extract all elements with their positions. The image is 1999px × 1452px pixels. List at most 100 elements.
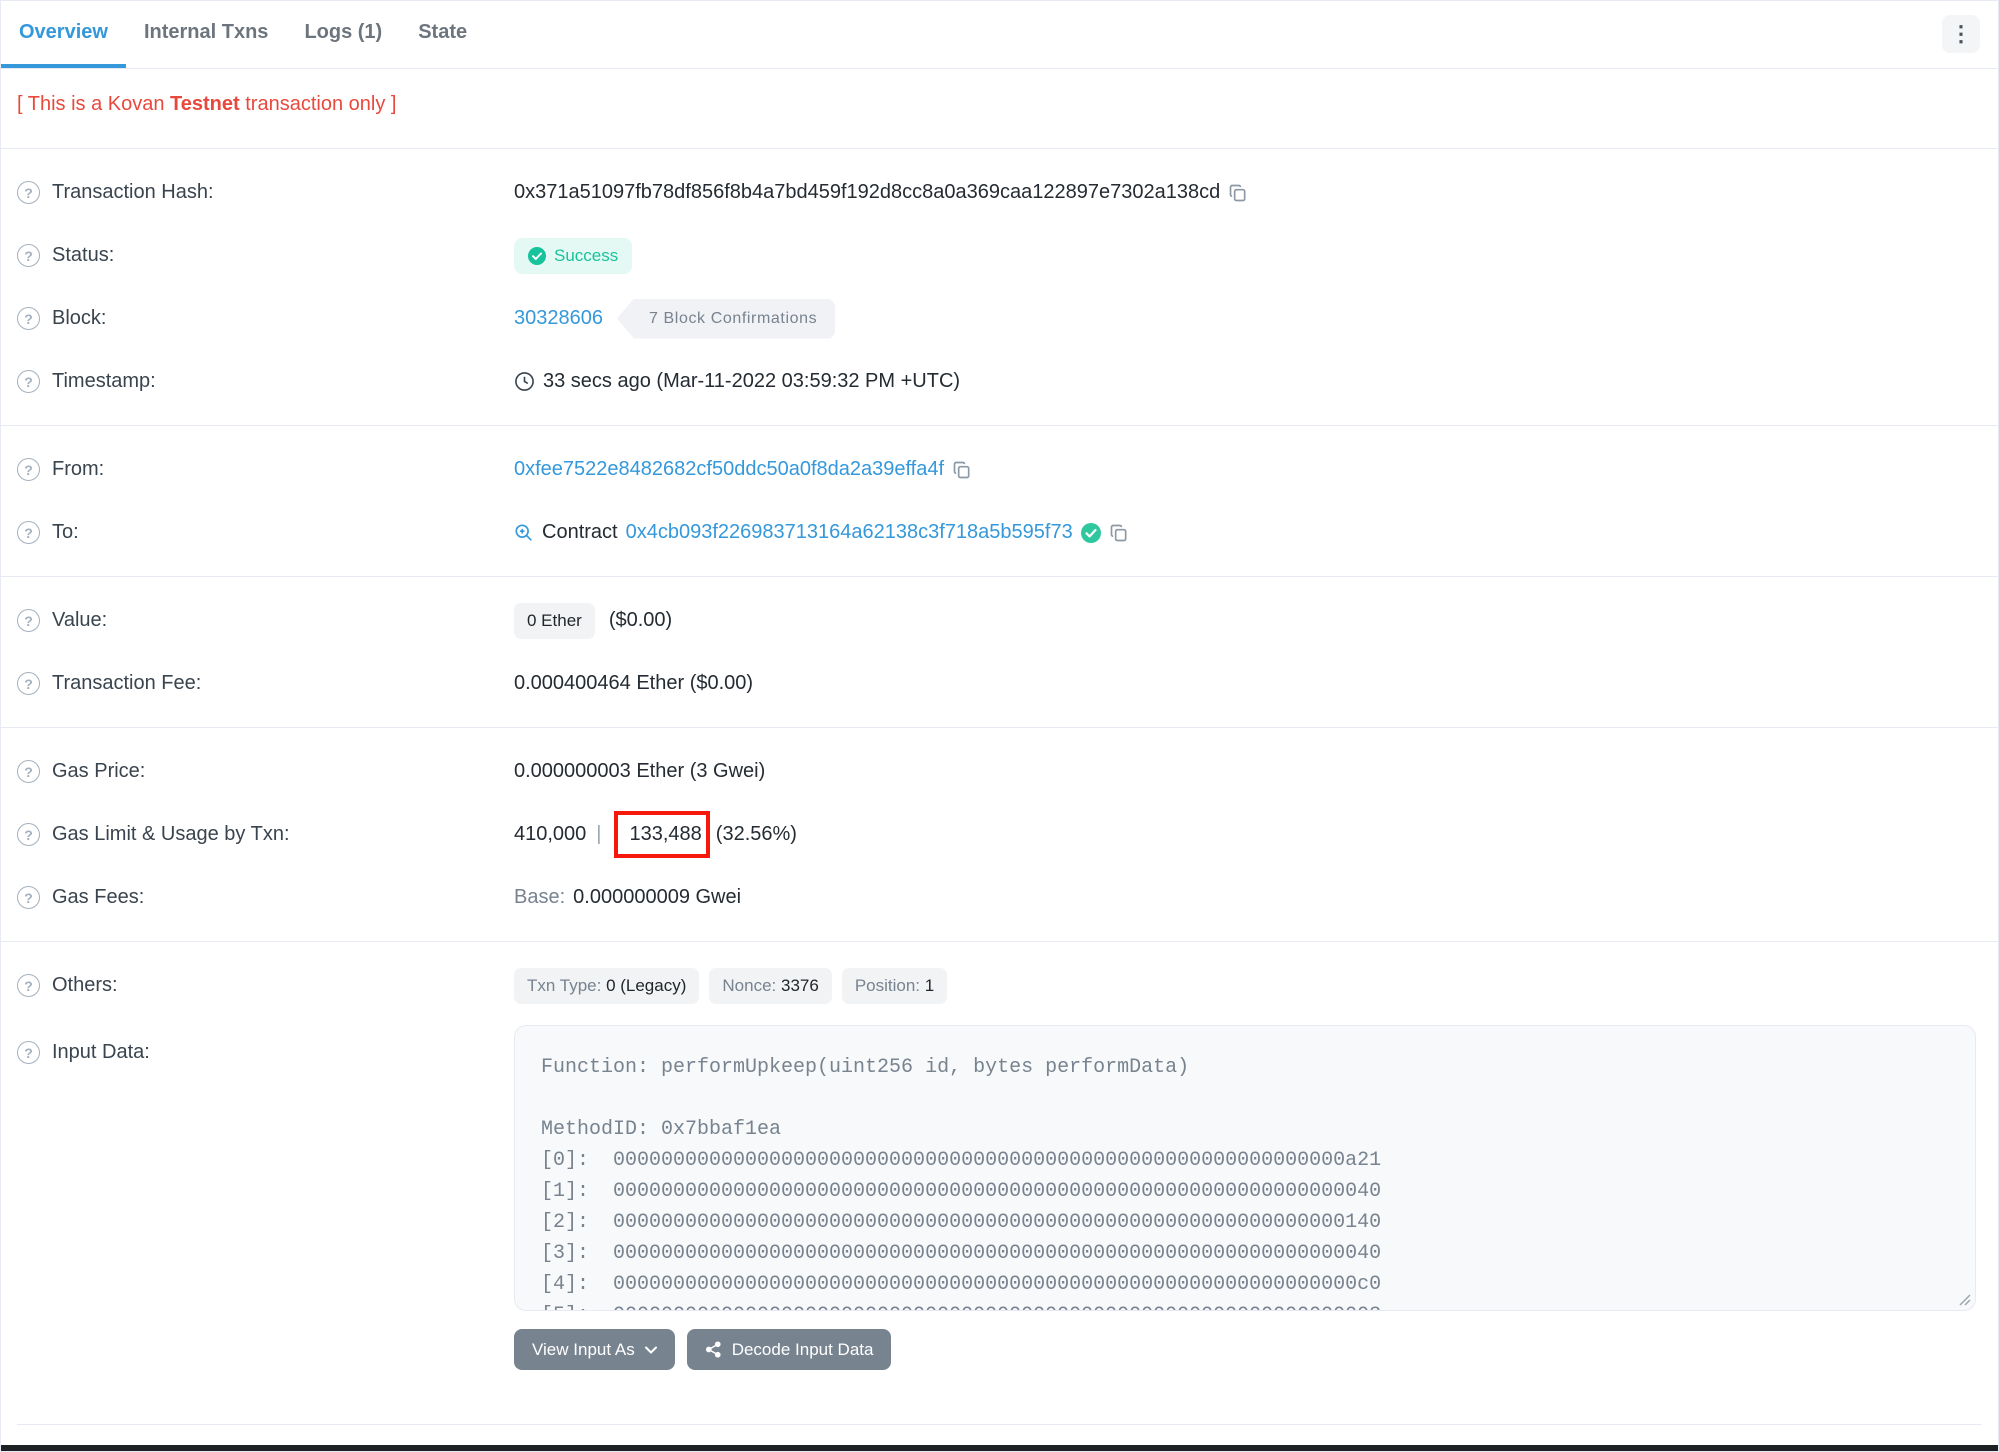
group-summary: ? Transaction Hash: 0x371a51097fb78df856… bbox=[1, 149, 1998, 425]
nonce-badge: Nonce: 3376 bbox=[709, 967, 832, 1004]
row-gas-price: ? Gas Price: 0.000000003 Ether (3 Gwei) bbox=[1, 740, 1998, 803]
testnet-notice: [ This is a Kovan Testnet transaction on… bbox=[1, 69, 1998, 148]
chevron-down-icon bbox=[644, 1346, 657, 1354]
block-confirmations-badge: 7 Block Confirmations bbox=[616, 298, 836, 339]
group-addresses: ? From: 0xfee7522e8482682cf50ddc50a0f8da… bbox=[1, 426, 1998, 576]
tx-hash-value: 0x371a51097fb78df856f8b4a7bd459f192d8cc8… bbox=[514, 181, 1221, 203]
timestamp-label: Timestamp: bbox=[52, 370, 156, 392]
row-from: ? From: 0xfee7522e8482682cf50ddc50a0f8da… bbox=[1, 438, 1998, 501]
row-gas-limit-usage: ? Gas Limit & Usage by Txn: 410,000 | 13… bbox=[1, 803, 1998, 866]
row-transaction-fee: ? Transaction Fee: 0.000400464 Ether ($0… bbox=[1, 652, 1998, 715]
position-badge: Position: 1 bbox=[841, 967, 948, 1004]
tab-overview[interactable]: Overview bbox=[1, 1, 126, 68]
bottom-edge-bar bbox=[1, 1445, 1998, 1451]
value-label: Value: bbox=[52, 609, 108, 631]
status-text: Success bbox=[554, 245, 619, 265]
help-icon[interactable]: ? bbox=[17, 307, 40, 330]
timestamp-value: 33 secs ago (Mar-11-2022 03:59:32 PM +UT… bbox=[543, 370, 961, 392]
help-icon[interactable]: ? bbox=[17, 1041, 40, 1064]
help-icon[interactable]: ? bbox=[17, 458, 40, 481]
help-icon[interactable]: ? bbox=[17, 370, 40, 393]
copy-icon[interactable] bbox=[1228, 183, 1248, 203]
to-contract-prefix: Contract bbox=[542, 521, 618, 543]
row-block: ? Block: 30328606 7 Block Confirmations bbox=[1, 287, 1998, 350]
input-hex-line: [4]: 00000000000000000000000000000000000… bbox=[541, 1273, 1382, 1296]
decode-icon bbox=[705, 1341, 721, 1358]
input-function-line: Function: performUpkeep(uint256 id, byte… bbox=[541, 1056, 1190, 1079]
notice-suffix: transaction only ] bbox=[239, 93, 397, 115]
position-value: 1 bbox=[924, 975, 935, 995]
usd-value: ($0.00) bbox=[608, 609, 673, 631]
copy-icon[interactable] bbox=[952, 460, 972, 480]
input-blank-line bbox=[541, 1083, 1949, 1114]
help-icon[interactable]: ? bbox=[17, 181, 40, 204]
help-icon[interactable]: ? bbox=[17, 609, 40, 632]
row-status: ? Status: Success bbox=[1, 224, 1998, 287]
tab-logs[interactable]: Logs (1) bbox=[286, 1, 400, 68]
resize-grip-icon[interactable] bbox=[1957, 1292, 1971, 1306]
status-badge: Success bbox=[514, 237, 633, 274]
nonce-label: Nonce: bbox=[722, 975, 781, 995]
more-options-button[interactable]: ⋮ bbox=[1942, 15, 1980, 53]
nonce-value: 3376 bbox=[780, 975, 819, 995]
view-input-as-button[interactable]: View Input As bbox=[514, 1329, 675, 1370]
gas-used-value: 133,488 bbox=[629, 823, 702, 845]
txn-type-label: Txn Type: bbox=[527, 975, 607, 995]
help-icon[interactable]: ? bbox=[17, 244, 40, 267]
tx-fee-value: 0.000400464 Ether ($0.00) bbox=[514, 672, 754, 694]
txn-type-value: 0 (Legacy) bbox=[606, 975, 687, 995]
notice-prefix: [ This is a Kovan bbox=[17, 93, 171, 115]
row-input-data: ? Input Data: Function: performUpkeep(ui… bbox=[1, 1025, 1998, 1370]
group-others-input: ? Others: Txn Type: 0 (Legacy) Nonce: 33… bbox=[1, 942, 1998, 1382]
input-data-buttons: View Input As Decode Input Data bbox=[514, 1329, 1976, 1370]
row-value: ? Value: 0 Ether ($0.00) bbox=[1, 589, 1998, 652]
row-gas-fees: ? Gas Fees: Base: 0.000000009 Gwei bbox=[1, 866, 1998, 929]
row-to: ? To: Contract 0x4cb093f226983713164a621… bbox=[1, 501, 1998, 564]
to-label: To: bbox=[52, 521, 79, 543]
decode-input-data-button[interactable]: Decode Input Data bbox=[686, 1329, 892, 1370]
notice-bold: Testnet bbox=[170, 93, 240, 115]
gas-limit-value: 410,000 bbox=[514, 823, 587, 845]
base-fee-value: 0.000000009 Gwei bbox=[573, 886, 742, 908]
row-timestamp: ? Timestamp: 33 secs ago (Mar-11-2022 03… bbox=[1, 350, 1998, 413]
gas-fees-label: Gas Fees: bbox=[52, 886, 145, 908]
tx-hash-label: Transaction Hash: bbox=[52, 181, 214, 203]
gas-used-percent: (32.56%) bbox=[715, 823, 797, 845]
ether-value-badge: 0 Ether bbox=[514, 602, 595, 639]
group-value: ? Value: 0 Ether ($0.00) ? Transaction F… bbox=[1, 577, 1998, 727]
help-icon[interactable]: ? bbox=[17, 823, 40, 846]
from-label: From: bbox=[52, 458, 105, 480]
tab-state[interactable]: State bbox=[400, 1, 485, 68]
divider bbox=[17, 1424, 1982, 1425]
clock-icon bbox=[515, 372, 534, 391]
gas-price-label: Gas Price: bbox=[52, 760, 146, 782]
row-transaction-hash: ? Transaction Hash: 0x371a51097fb78df856… bbox=[1, 161, 1998, 224]
help-icon[interactable]: ? bbox=[17, 974, 40, 997]
view-input-as-label: View Input As bbox=[532, 1339, 635, 1359]
row-others: ? Others: Txn Type: 0 (Legacy) Nonce: 33… bbox=[1, 954, 1998, 1017]
position-label: Position: bbox=[854, 975, 925, 995]
tx-fee-label: Transaction Fee: bbox=[52, 672, 202, 694]
help-icon[interactable]: ? bbox=[17, 886, 40, 909]
help-icon[interactable]: ? bbox=[17, 672, 40, 695]
tab-bar: Overview Internal Txns Logs (1) State ⋮ bbox=[1, 1, 1998, 69]
help-icon[interactable]: ? bbox=[17, 521, 40, 544]
check-circle-icon bbox=[528, 246, 546, 265]
zoom-in-icon[interactable] bbox=[514, 523, 534, 543]
input-data-label: Input Data: bbox=[52, 1041, 150, 1063]
copy-icon[interactable] bbox=[1109, 523, 1129, 543]
input-data-textarea[interactable]: Function: performUpkeep(uint256 id, byte… bbox=[514, 1025, 1976, 1311]
gas-price-value: 0.000000003 Ether (3 Gwei) bbox=[514, 760, 766, 782]
kebab-icon: ⋮ bbox=[1950, 21, 1972, 46]
base-fee-label: Base: bbox=[514, 886, 566, 908]
others-label: Others: bbox=[52, 974, 118, 996]
input-hex-line: [1]: 00000000000000000000000000000000000… bbox=[541, 1180, 1382, 1203]
tab-internal-txns[interactable]: Internal Txns bbox=[126, 1, 286, 68]
help-icon[interactable]: ? bbox=[17, 760, 40, 783]
txn-type-badge: Txn Type: 0 (Legacy) bbox=[514, 967, 700, 1004]
input-hex-line: [5]: 00000000000000000000000000000000000… bbox=[541, 1300, 1949, 1310]
to-address-link[interactable]: 0x4cb093f226983713164a62138c3f718a5b595f… bbox=[626, 521, 1073, 544]
from-address-link[interactable]: 0xfee7522e8482682cf50ddc50a0f8da2a39effa… bbox=[514, 458, 944, 481]
gas-limit-label: Gas Limit & Usage by Txn: bbox=[52, 823, 290, 845]
block-number-link[interactable]: 30328606 bbox=[514, 307, 603, 330]
